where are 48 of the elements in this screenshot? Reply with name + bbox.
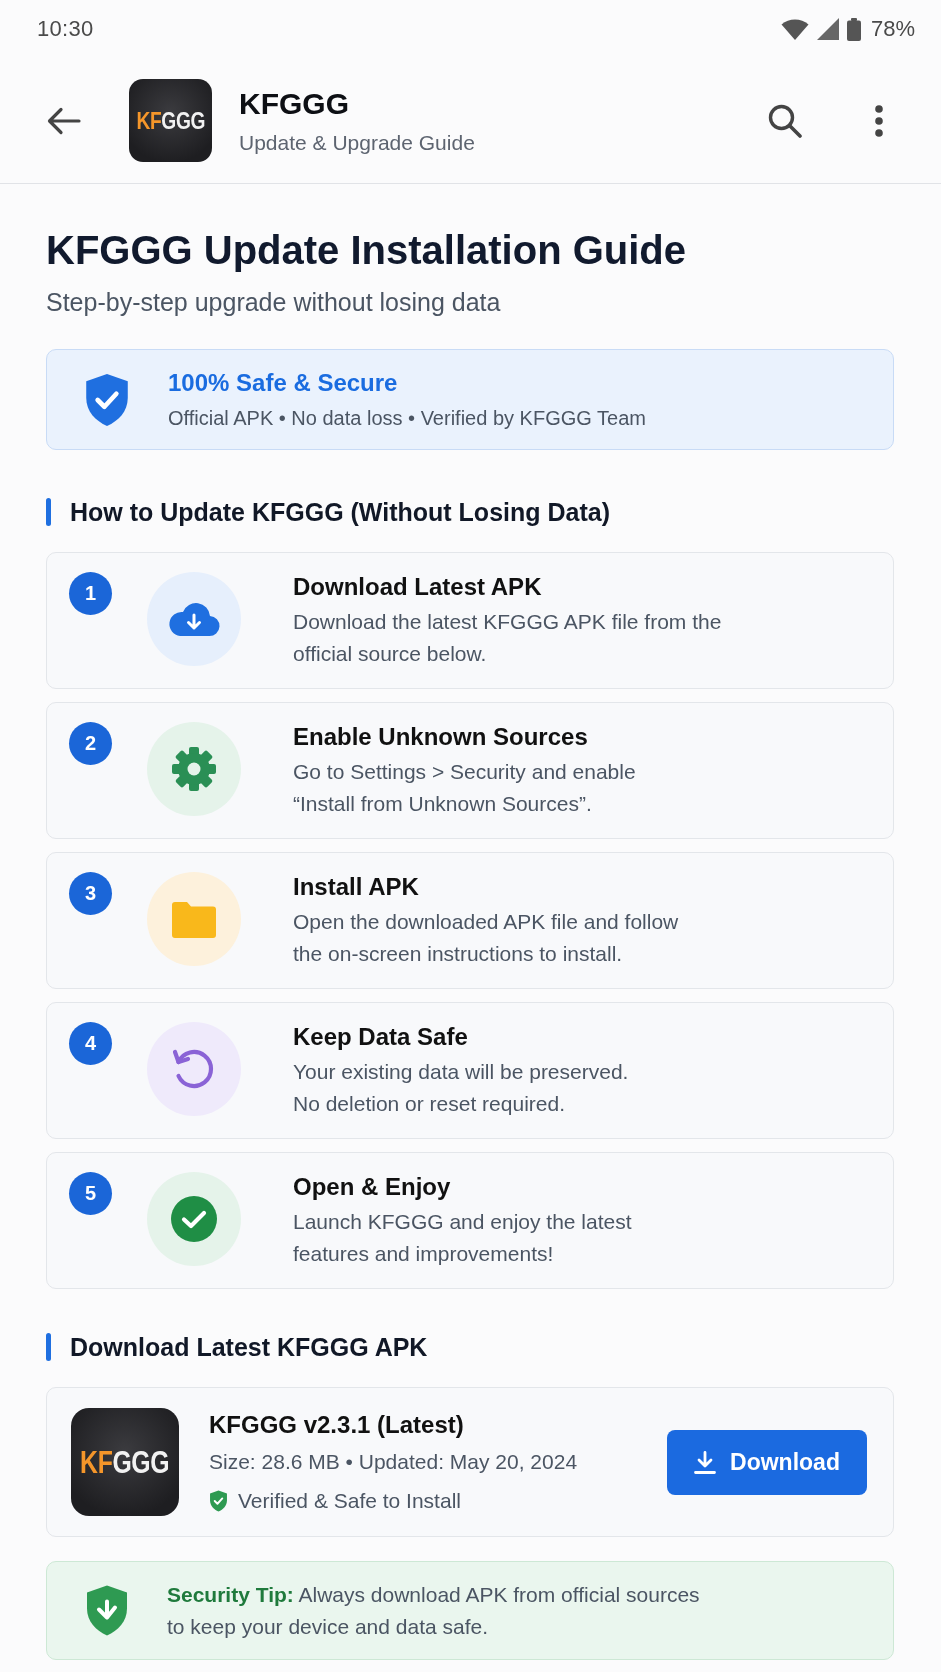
battery-icon <box>846 17 861 41</box>
banner-details: Official APK • No data loss • Verified by KFGGG Team <box>168 406 646 431</box>
step-title: Open & Enjoy <box>293 1172 451 1202</box>
step-description: Open the downloaded APK file and follow the on-screen instructions to install. <box>293 909 679 967</box>
check-circle-icon <box>147 1172 241 1266</box>
accent-bar <box>46 1333 51 1361</box>
step-description: Your existing data will be preserved. No deletion or reset required. <box>293 1059 629 1117</box>
step-number: 2 <box>69 722 112 765</box>
app-version-title: KFGGG v2.3.1 (Latest) <box>209 1409 464 1440</box>
step-description: Go to Settings > Security and enable “Install from Unknown Sources”. <box>293 759 636 817</box>
step-number: 4 <box>69 1022 112 1065</box>
logo-wordmark: KFGGG <box>136 108 205 133</box>
section-heading: Download Latest KFGGG APK <box>70 1332 428 1363</box>
app-file-info: Size: 28.6 MB • Updated: May 20, 2024 <box>209 1448 578 1475</box>
step-description: Download the latest KFGGG APK file from the official source below. <box>293 609 722 667</box>
shield-check-icon <box>84 372 130 427</box>
step-title: Install APK <box>293 872 419 902</box>
page-title: KFGGG Update Installation Guide <box>46 227 688 274</box>
app-subtitle: Update & Upgrade Guide <box>239 129 475 156</box>
download-button[interactable]: Download <box>667 1429 867 1495</box>
step-number: 5 <box>69 1172 112 1215</box>
folder-icon <box>147 872 241 966</box>
accent-bar <box>46 498 51 526</box>
status-time: 10:30 <box>37 16 94 42</box>
download-icon <box>694 1450 717 1474</box>
step-title: Enable Unknown Sources <box>293 722 588 752</box>
section-heading: How to Update KFGGG (Without Losing Data) <box>70 497 610 528</box>
back-arrow-icon <box>47 106 81 135</box>
search-icon <box>768 103 802 138</box>
app-title: KFGGG <box>239 85 349 122</box>
page-subtitle: Step-by-step upgrade without losing data <box>46 287 502 318</box>
banner-title: 100% Safe & Secure <box>168 368 398 398</box>
step-number: 3 <box>69 872 112 915</box>
gear-icon <box>147 722 241 816</box>
security-tip-text: Security Tip: Always download APK from official sources to keep your device and data safe. <box>167 1581 700 1640</box>
wifi-icon <box>780 18 809 40</box>
battery-percent: 78% <box>870 16 915 42</box>
step-title: Download Latest APK <box>293 572 542 602</box>
verified-shield-icon <box>209 1489 228 1512</box>
cloud-download-icon <box>147 572 241 666</box>
step-number: 1 <box>69 572 112 615</box>
step-title: Keep Data Safe <box>293 1022 468 1052</box>
shield-icon <box>85 1584 129 1637</box>
more-options-icon <box>875 104 883 137</box>
step-description: Launch KFGGG and enjoy the latest features and improvements! <box>293 1209 632 1267</box>
signal-icon <box>816 18 839 40</box>
logo-wordmark: KFGGG <box>80 1446 170 1478</box>
verified-label: Verified & Safe to Install <box>238 1487 461 1514</box>
